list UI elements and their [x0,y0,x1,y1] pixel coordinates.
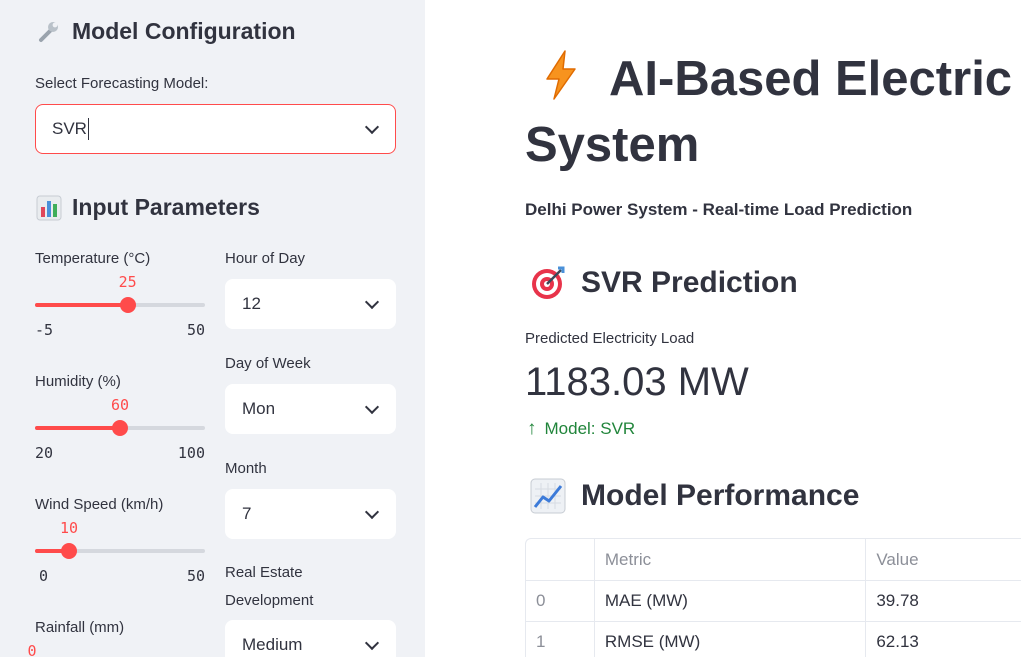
model-select[interactable]: SVR [35,104,396,154]
slider-min: 20 [35,444,54,462]
real-estate-select[interactable]: Medium [225,620,396,657]
slider-value: 10 [59,519,79,537]
performance-table[interactable]: Metric Value 0 MAE (MW) 39.78 1 RMSE (MW… [525,538,1021,657]
input-parameters-heading: Input Parameters [36,194,260,221]
chevron-down-icon [364,294,380,310]
table-row: 0 MAE (MW) 39.78 [526,580,1021,621]
slider-fill [35,303,128,307]
slider-value: 25 [118,273,137,291]
hour-of-day-select[interactable]: 12 [225,279,396,329]
slider-min: -5 [35,321,54,339]
column-header[interactable] [526,539,594,580]
arrow-up-icon: ↑ [527,418,537,439]
wind-speed-label: Wind Speed (km/h) [35,496,164,513]
hour-of-day-label: Hour of Day [225,250,306,267]
model-select-value: SVR [52,119,87,138]
slider-thumb[interactable] [61,543,77,559]
month-label: Month [225,460,267,477]
select-value: Mon [242,399,276,418]
slider-thumb[interactable] [119,297,136,313]
wrench-icon [36,19,62,45]
metric-delta: ↑ Model: SVR [527,418,636,439]
table-header-row: Metric Value [526,539,1021,580]
column-header[interactable]: Value [865,539,1021,580]
slider-fill [35,426,120,430]
bar-chart-icon [36,195,62,221]
slider-max: 50 [186,567,205,585]
main-content: AI-Based Electric System Delhi Power Sys… [425,0,1021,657]
table-cell: MAE (MW) [593,581,865,621]
real-estate-label: Real Estate Development [225,564,314,609]
select-value: 12 [242,294,261,313]
table-cell: 39.78 [865,581,1021,621]
chevron-down-icon [364,504,380,520]
slider-value: 60 [110,396,130,414]
table-cell: 0 [536,591,546,610]
day-of-week-label: Day of Week [225,355,311,372]
table-cell: 1 [536,632,546,651]
table-cell: RMSE (MW) [593,622,865,657]
page-subtitle: Delhi Power System - Real-time Load Pred… [525,200,913,219]
metric-value: 1183.03 MW [525,360,749,404]
lightning-icon [541,49,581,101]
rainfall-label: Rainfall (mm) [35,619,125,636]
model-select-label: Select Forecasting Model: [35,75,209,92]
table-cell: 62.13 [865,622,1021,657]
chevron-down-icon [364,399,380,415]
chevron-down-icon [364,119,380,135]
slider-value: 0 [27,642,37,657]
temperature-label: Temperature (°C) [35,250,151,267]
chevron-down-icon [364,635,380,651]
performance-heading: Model Performance [529,477,859,515]
month-select[interactable]: 7 [225,489,396,539]
select-value: 7 [242,504,252,523]
model-configuration-heading: Model Configuration [36,18,296,45]
slider-max: 100 [177,444,205,462]
page-title: AI-Based Electric System [525,46,1021,178]
humidity-label: Humidity (%) [35,373,121,390]
select-value: Medium [242,635,303,654]
metric-label: Predicted Electricity Load [525,330,695,347]
slider-thumb[interactable] [112,420,128,436]
prediction-heading: SVR Prediction [529,264,798,302]
target-icon [529,264,567,302]
slider-max: 50 [186,321,205,339]
slider-min: 0 [39,567,49,585]
text-caret [87,118,89,140]
table-row: 1 RMSE (MW) 62.13 [526,621,1021,657]
day-of-week-select[interactable]: Mon [225,384,396,434]
column-header[interactable]: Metric [593,539,865,580]
chart-increasing-icon [529,477,567,515]
sidebar: Model Configuration Select Forecasting M… [0,0,425,657]
